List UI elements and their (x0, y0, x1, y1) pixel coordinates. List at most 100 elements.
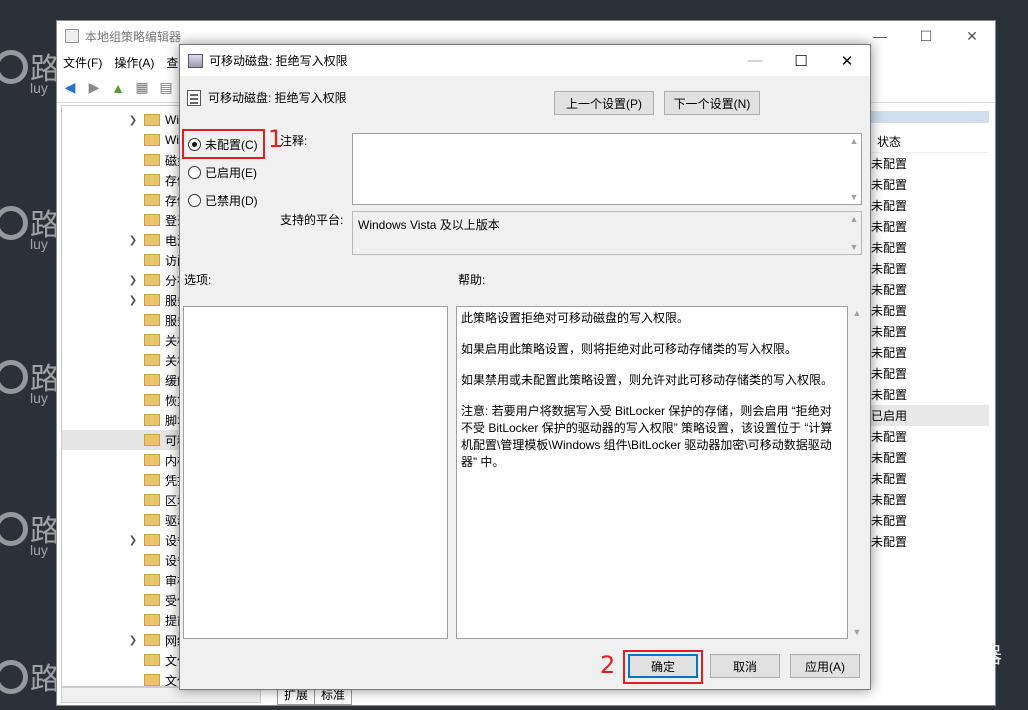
tree-item[interactable]: 文件 (62, 650, 180, 670)
policy-tree[interactable]: ❯ Wi Wi 磁盘存储存储登录❯电源访问❯分布❯服务服务关机关机缓解恢复脚本可移内核… (61, 105, 181, 687)
tree-item[interactable]: 关机 (62, 350, 180, 370)
apply-button[interactable]: 应用(A) (790, 654, 860, 678)
expand-chevron-icon[interactable]: ❯ (126, 275, 140, 286)
menu-view[interactable]: 查 (166, 54, 178, 71)
status-cell[interactable]: 未配置 (865, 300, 989, 321)
expand-chevron-icon[interactable]: ❯ (126, 295, 140, 306)
tree-item[interactable]: ❯服务 (62, 290, 180, 310)
scroll-down-icon[interactable]: ▼ (850, 192, 859, 202)
tree-item[interactable]: 关机 (62, 330, 180, 350)
radio-enabled[interactable]: 已启用(E) (188, 162, 257, 182)
expand-chevron-icon[interactable]: ❯ (126, 535, 140, 546)
status-cell[interactable]: 未配置 (865, 342, 989, 363)
status-cell[interactable]: 未配置 (865, 279, 989, 300)
tree-item[interactable]: 受信 (62, 590, 180, 610)
tree-item[interactable]: 审核 (62, 570, 180, 590)
next-setting-button[interactable]: 下一个设置(N) (664, 91, 760, 115)
help-panel[interactable]: 此策略设置拒绝对可移动磁盘的写入权限。 如果启用此策略设置，则将拒绝对此可移动存… (456, 306, 848, 639)
scroll-up-icon[interactable]: ▲ (850, 136, 859, 146)
status-cell[interactable]: 未配置 (865, 384, 989, 405)
back-arrow-icon[interactable]: ◀ (61, 79, 79, 97)
tree-item[interactable]: ❯网络 (62, 630, 180, 650)
folder-icon (144, 254, 160, 266)
comment-textarea[interactable]: ▲ ▼ (352, 133, 862, 205)
menu-action[interactable]: 操作(A) (114, 54, 154, 71)
annotation-step-2: 2 (600, 651, 616, 679)
status-cell[interactable]: 已启用 (865, 405, 989, 426)
maximize-icon[interactable]: ☐ (778, 45, 824, 76)
status-cell[interactable]: 未配置 (865, 363, 989, 384)
up-folder-icon[interactable]: ▲ (109, 79, 127, 97)
tree-item[interactable]: 驱动 (62, 510, 180, 530)
tree-item[interactable]: 区域 (62, 490, 180, 510)
tree-item[interactable]: Wi (62, 130, 180, 150)
tree-item[interactable]: 存储 (62, 170, 180, 190)
ok-button[interactable]: 确定 (628, 654, 698, 678)
tree-item[interactable]: 缓解 (62, 370, 180, 390)
tree-item[interactable]: 提前 (62, 610, 180, 630)
status-cell[interactable]: 未配置 (865, 237, 989, 258)
forward-arrow-icon[interactable]: ▶ (85, 79, 103, 97)
status-cell[interactable]: 未配置 (865, 174, 989, 195)
menu-file[interactable]: 文件(F) (63, 54, 102, 71)
tree-item[interactable]: 恢复 (62, 390, 180, 410)
export-list-icon[interactable]: ▤ (157, 79, 175, 97)
tree-item[interactable]: 脚本 (62, 410, 180, 430)
expand-chevron-icon[interactable]: ❯ (126, 115, 140, 126)
tree-item[interactable]: 文件 (62, 670, 180, 686)
tree-item[interactable]: ❯分布 (62, 270, 180, 290)
radio-enabled-dot[interactable] (188, 165, 201, 179)
expand-chevron-icon[interactable]: ❯ (126, 235, 140, 246)
platform-scrollbar[interactable]: ▲ ▼ (847, 212, 861, 254)
scroll-down-icon[interactable]: ▼ (853, 627, 862, 637)
gpedit-app-icon (65, 29, 79, 43)
folder-icon (144, 294, 160, 306)
minimize-icon[interactable]: — (732, 45, 778, 76)
folder-icon (144, 474, 160, 486)
gpedit-title: 本地组策略编辑器 (85, 29, 182, 44)
tree-item[interactable]: 设备 (62, 550, 180, 570)
radio-disabled[interactable]: 已禁用(D) (188, 190, 258, 210)
scroll-up-icon[interactable]: ▲ (853, 308, 862, 318)
status-cell[interactable]: 未配置 (865, 426, 989, 447)
show-hide-tree-icon[interactable]: ▦ (133, 79, 151, 97)
close-icon[interactable]: ✕ (824, 45, 870, 76)
close-icon[interactable]: ✕ (949, 21, 995, 51)
cancel-button[interactable]: 取消 (710, 654, 780, 678)
policy-setting-dialog[interactable]: 可移动磁盘: 拒绝写入权限 — ☐ ✕ 可移动磁盘: 拒绝写入权限 上一个设置(… (179, 44, 871, 690)
expand-chevron-icon[interactable]: ❯ (126, 635, 140, 646)
status-cell[interactable]: 未配置 (865, 321, 989, 342)
help-scrollbar[interactable]: ▲ ▼ (850, 306, 864, 639)
status-cell[interactable]: 未配置 (865, 153, 989, 174)
policy-document-icon (187, 89, 201, 106)
scroll-up-icon[interactable]: ▲ (850, 214, 859, 224)
platform-value: Windows Vista 及以上版本 (358, 218, 500, 232)
tree-item[interactable]: 凭据 (62, 470, 180, 490)
status-column-header[interactable]: 状态 (865, 131, 989, 153)
tree-item[interactable]: 可移 (62, 430, 180, 450)
maximize-icon[interactable]: ☐ (903, 21, 949, 51)
status-cell[interactable]: 未配置 (865, 510, 989, 531)
radio-disabled-dot[interactable] (188, 193, 201, 207)
tree-item[interactable]: 服务 (62, 310, 180, 330)
status-cell[interactable]: 未配置 (865, 468, 989, 489)
status-cell[interactable]: 未配置 (865, 447, 989, 468)
comment-scrollbar[interactable]: ▲ ▼ (847, 134, 861, 204)
scroll-down-icon[interactable]: ▼ (850, 242, 859, 252)
previous-setting-button[interactable]: 上一个设置(P) (554, 91, 654, 115)
status-cell[interactable]: 未配置 (865, 258, 989, 279)
tree-item[interactable]: ❯ Wi (62, 110, 180, 130)
tree-item[interactable]: 登录 (62, 210, 180, 230)
folder-icon (144, 194, 160, 206)
status-cell[interactable]: 未配置 (865, 531, 989, 552)
status-cell[interactable]: 未配置 (865, 216, 989, 237)
tree-item[interactable]: ❯电源 (62, 230, 180, 250)
status-cell[interactable]: 未配置 (865, 195, 989, 216)
tree-item[interactable]: ❯设备 (62, 530, 180, 550)
status-cell[interactable]: 未配置 (865, 489, 989, 510)
help-paragraph: 注意: 若要用户将数据写入受 BitLocker 保护的存储，则会启用 “拒绝对… (461, 404, 833, 469)
tree-item[interactable]: 磁盘 (62, 150, 180, 170)
tree-item[interactable]: 存储 (62, 190, 180, 210)
tree-item[interactable]: 访问 (62, 250, 180, 270)
tree-item[interactable]: 内核 (62, 450, 180, 470)
